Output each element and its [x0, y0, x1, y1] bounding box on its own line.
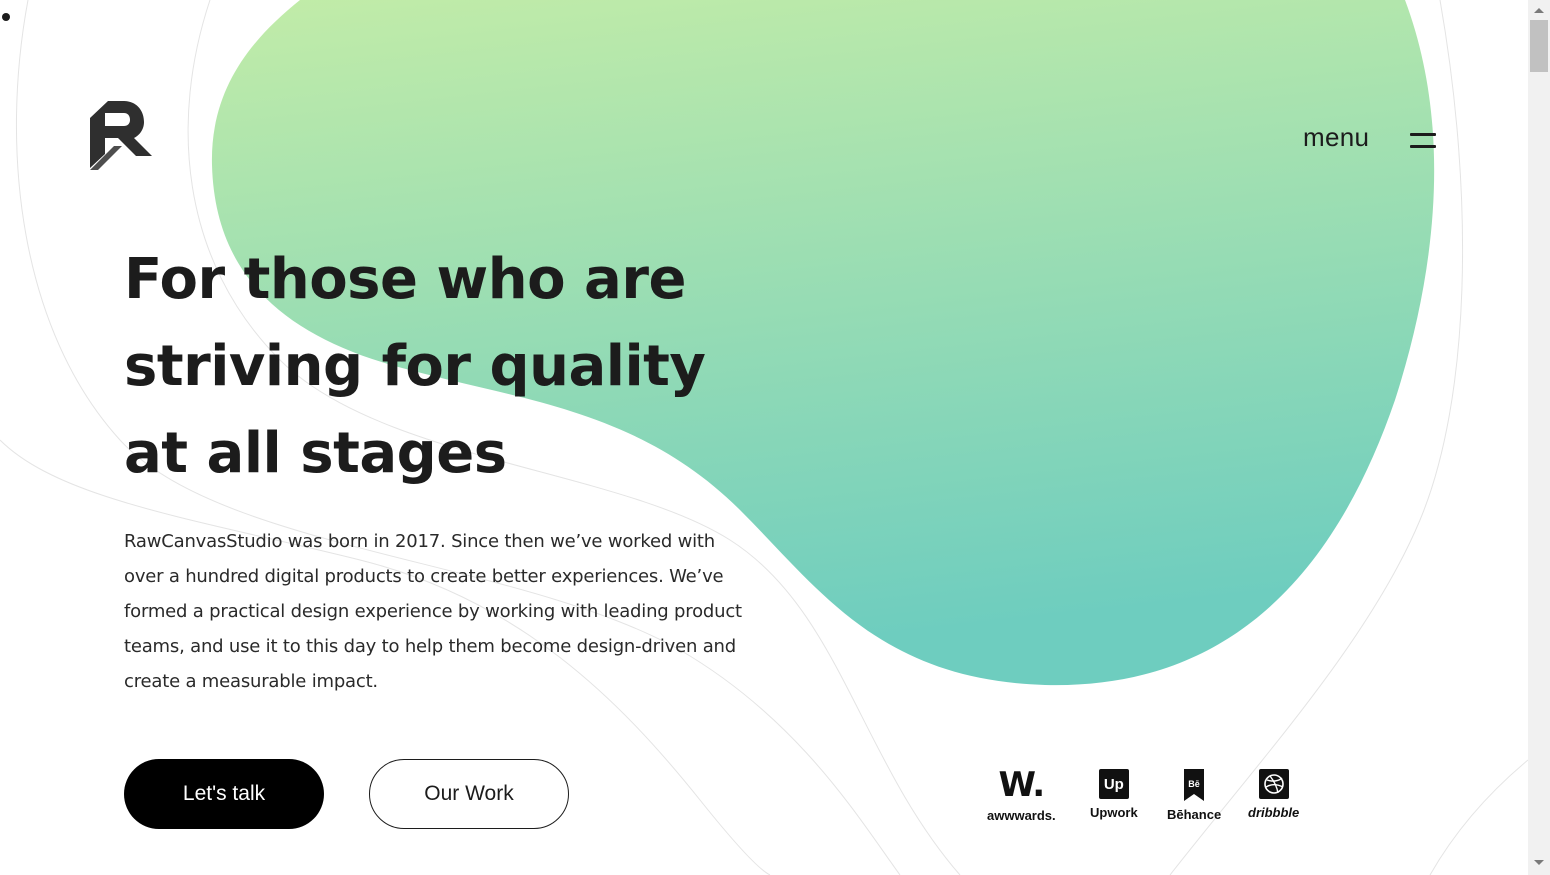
cursor-dot	[2, 13, 10, 21]
studio-logo[interactable]	[88, 98, 156, 170]
hamburger-menu-icon[interactable]	[1408, 132, 1438, 150]
awwwards-icon: W.	[998, 765, 1045, 805]
scroll-up-arrow-icon[interactable]	[1534, 8, 1544, 13]
awwwards-badge[interactable]: W. awwwards.	[987, 766, 1056, 823]
scroll-thumb[interactable]	[1530, 20, 1548, 72]
upwork-badge[interactable]: Up Upwork	[1090, 769, 1138, 820]
svg-text:Bē: Bē	[1188, 779, 1200, 789]
headline-line-3: at all stages	[124, 421, 507, 486]
landing-page: menu For those who are striving for qual…	[0, 0, 1528, 875]
dribbble-caption: dribbble	[1248, 805, 1300, 820]
dribbble-icon	[1258, 769, 1289, 799]
page-scrollbar[interactable]	[1528, 0, 1550, 875]
behance-caption: Bēhance	[1167, 807, 1222, 822]
behance-icon: Bē	[1184, 769, 1205, 801]
headline-line-1: For those who are	[124, 247, 686, 312]
menu-link[interactable]: menu	[1303, 122, 1369, 153]
scroll-down-arrow-icon[interactable]	[1534, 860, 1544, 865]
dribbble-badge[interactable]: dribbble	[1248, 769, 1299, 820]
behance-badge[interactable]: Bē Bēhance	[1167, 769, 1221, 822]
lets-talk-button[interactable]: Let's talk	[124, 759, 324, 829]
upwork-icon: Up	[1098, 769, 1129, 799]
our-work-button[interactable]: Our Work	[369, 759, 569, 829]
headline-line-2: striving for quality	[124, 334, 706, 399]
hero-headline: For those who are striving for quality a…	[124, 236, 764, 497]
hero-intro-text: RawCanvasStudio was born in 2017. Since …	[124, 531, 742, 692]
upwork-caption: Upwork	[1090, 805, 1138, 820]
awwwards-caption: awwwards.	[987, 808, 1056, 823]
